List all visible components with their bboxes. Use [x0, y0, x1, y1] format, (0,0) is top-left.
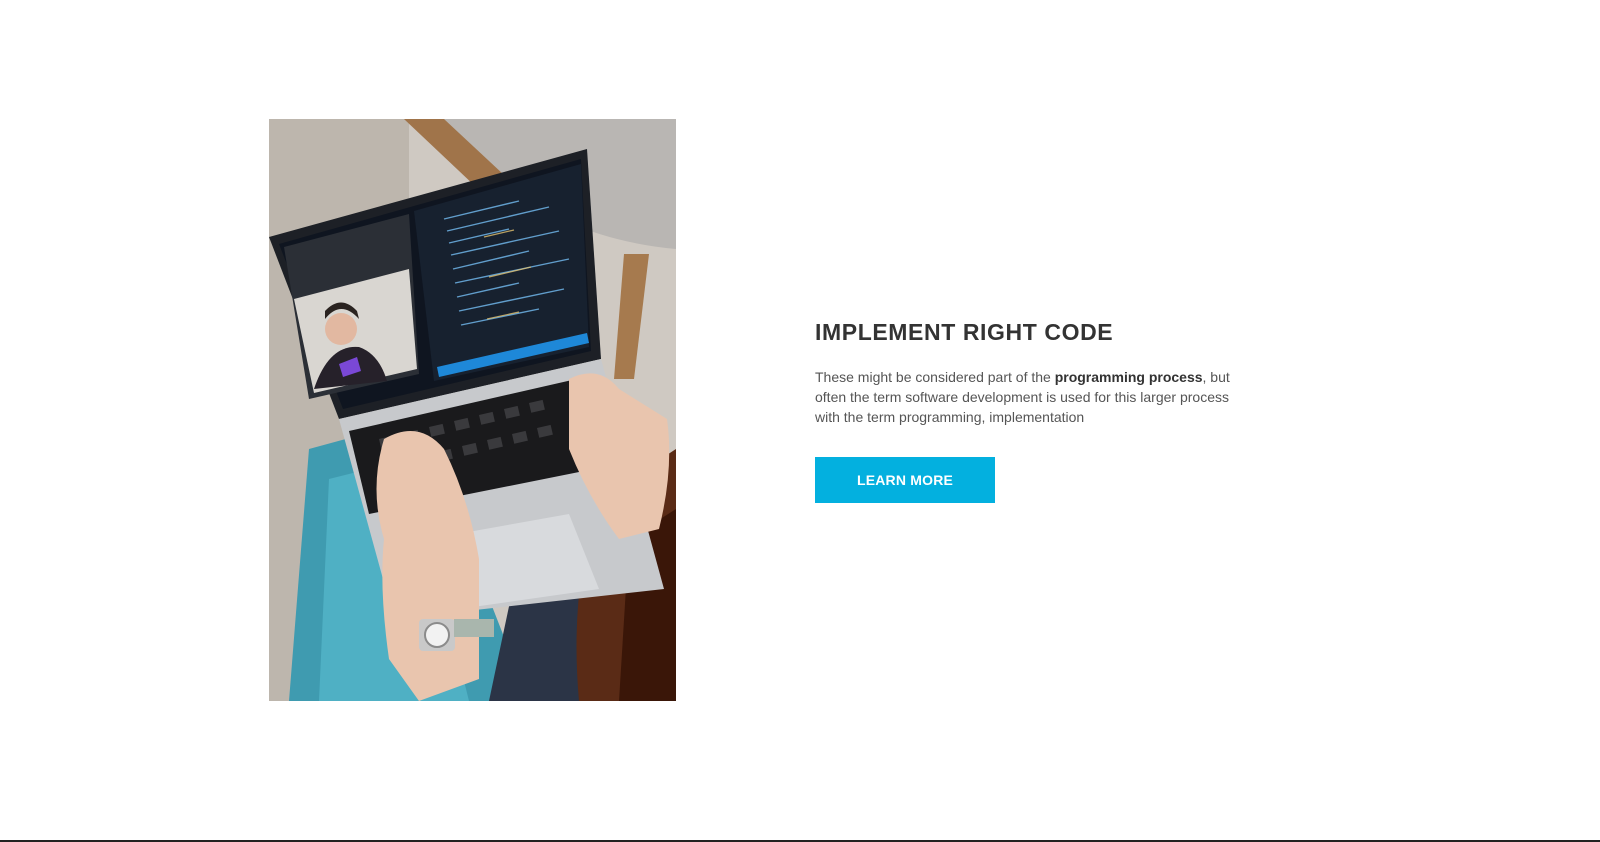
laptop-photo-illustration: [269, 119, 676, 701]
section-heading: IMPLEMENT RIGHT CODE: [815, 319, 1114, 345]
feature-content: IMPLEMENT RIGHT CODE These might be cons…: [815, 316, 1235, 503]
page: IMPLEMENT RIGHT CODE These might be cons…: [0, 0, 1600, 842]
description-text-start: These might be considered part of the: [815, 369, 1055, 385]
section-description: These might be considered part of the pr…: [815, 367, 1233, 427]
hero-photo: [269, 119, 676, 701]
learn-more-button[interactable]: LEARN MORE: [815, 457, 995, 503]
description-highlight: programming process: [1054, 369, 1203, 385]
